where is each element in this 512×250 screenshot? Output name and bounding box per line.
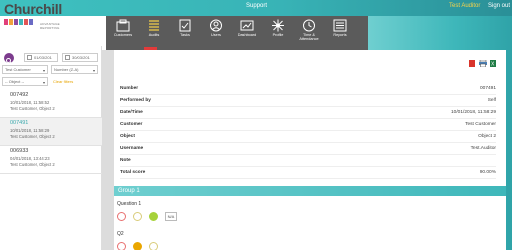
calendar-icon: [27, 55, 32, 60]
date-from-field[interactable]: 01/03/201: [24, 53, 58, 62]
nav-item-users[interactable]: Users: [201, 19, 231, 49]
customer-select[interactable]: Test Customer ▾: [2, 65, 48, 74]
nav-item-tasks[interactable]: Tasks: [170, 19, 200, 49]
answer-option-red[interactable]: [117, 242, 126, 250]
detail-row-total-score: Total score 90.00%: [120, 167, 496, 179]
answer-option-yellow[interactable]: [149, 242, 158, 250]
users-icon: [210, 19, 222, 32]
audit-list: 007492 10/01/2018, 11:58:52 Test Custome…: [0, 90, 102, 174]
detail-row-note: Note: [120, 155, 496, 167]
answer-option-orange[interactable]: [133, 242, 142, 250]
list-item[interactable]: 006933 04/01/2018, 13:44:23 Test Custome…: [0, 146, 102, 174]
chevron-down-icon: ▾: [42, 80, 45, 85]
chevron-down-icon: ▾: [92, 68, 95, 73]
customers-icon: [116, 19, 130, 32]
detail-row-customer: Customer Test Customer: [120, 119, 496, 131]
nav-item-audits[interactable]: Audits: [139, 19, 169, 49]
question-label: Q2: [117, 231, 124, 237]
search-button[interactable]: [4, 53, 14, 64]
sort-select[interactable]: Number (Z-A) ▾: [51, 65, 98, 74]
current-user-name[interactable]: Test Auditor: [449, 3, 480, 9]
print-icon[interactable]: [479, 60, 487, 67]
calendar-icon: [65, 55, 70, 60]
nav-item-reports[interactable]: Reports: [325, 19, 355, 49]
clock-icon: [303, 19, 315, 32]
main-nav: Customers Audits Tasks Users Dashboard P…: [106, 16, 368, 50]
answer-option-red[interactable]: [117, 212, 126, 221]
dashboard-icon: [240, 20, 254, 31]
panel-gutter: [102, 50, 114, 250]
tasks-icon: [179, 19, 191, 32]
nav-item-time-attendance[interactable]: Time & Attendance: [294, 19, 324, 49]
pdf-icon[interactable]: [469, 60, 475, 67]
nav-item-profile[interactable]: Profile: [263, 19, 293, 49]
clear-filters-link[interactable]: Clear filters: [53, 79, 73, 84]
detail-row-username: Username Test.Auditor: [120, 143, 496, 155]
logo: Churchill ADVANTAGE REPORTING: [4, 1, 62, 30]
chevron-down-icon: ▾: [42, 68, 45, 73]
object-select[interactable]: -- Object -- ▾: [2, 77, 48, 86]
detail-row-date-time: Date/Time 10/01/2018, 11:58:29: [120, 107, 496, 119]
reports-icon: [333, 19, 347, 32]
detail-row-number: Number 007491: [120, 83, 496, 95]
sign-out-link[interactable]: Sign out: [488, 3, 510, 9]
date-to-field[interactable]: 30/03/201: [62, 53, 98, 62]
answer-option-yellow[interactable]: [133, 212, 142, 221]
detail-row-performed-by: Performed by Self: [120, 95, 496, 107]
excel-icon[interactable]: X: [490, 60, 496, 67]
nav-item-customers[interactable]: Customers: [108, 19, 138, 49]
detail-row-object: Object Object 2: [120, 131, 496, 143]
answer-option-green[interactable]: [149, 212, 158, 221]
list-item[interactable]: 007492 10/01/2018, 11:58:52 Test Custome…: [0, 90, 102, 118]
group-header: Group 1: [114, 186, 506, 196]
nav-item-dashboard[interactable]: Dashboard: [232, 19, 262, 49]
question-label: Question 1: [117, 201, 142, 207]
list-item-selected[interactable]: 007491 10/01/2018, 11:58:29 Test Custome…: [0, 118, 102, 146]
support-link[interactable]: Support: [246, 3, 267, 9]
na-button[interactable]: N/A: [165, 212, 177, 221]
logo-mark-icon: [4, 19, 33, 25]
profile-icon: [272, 19, 284, 32]
audits-icon: [149, 20, 159, 31]
